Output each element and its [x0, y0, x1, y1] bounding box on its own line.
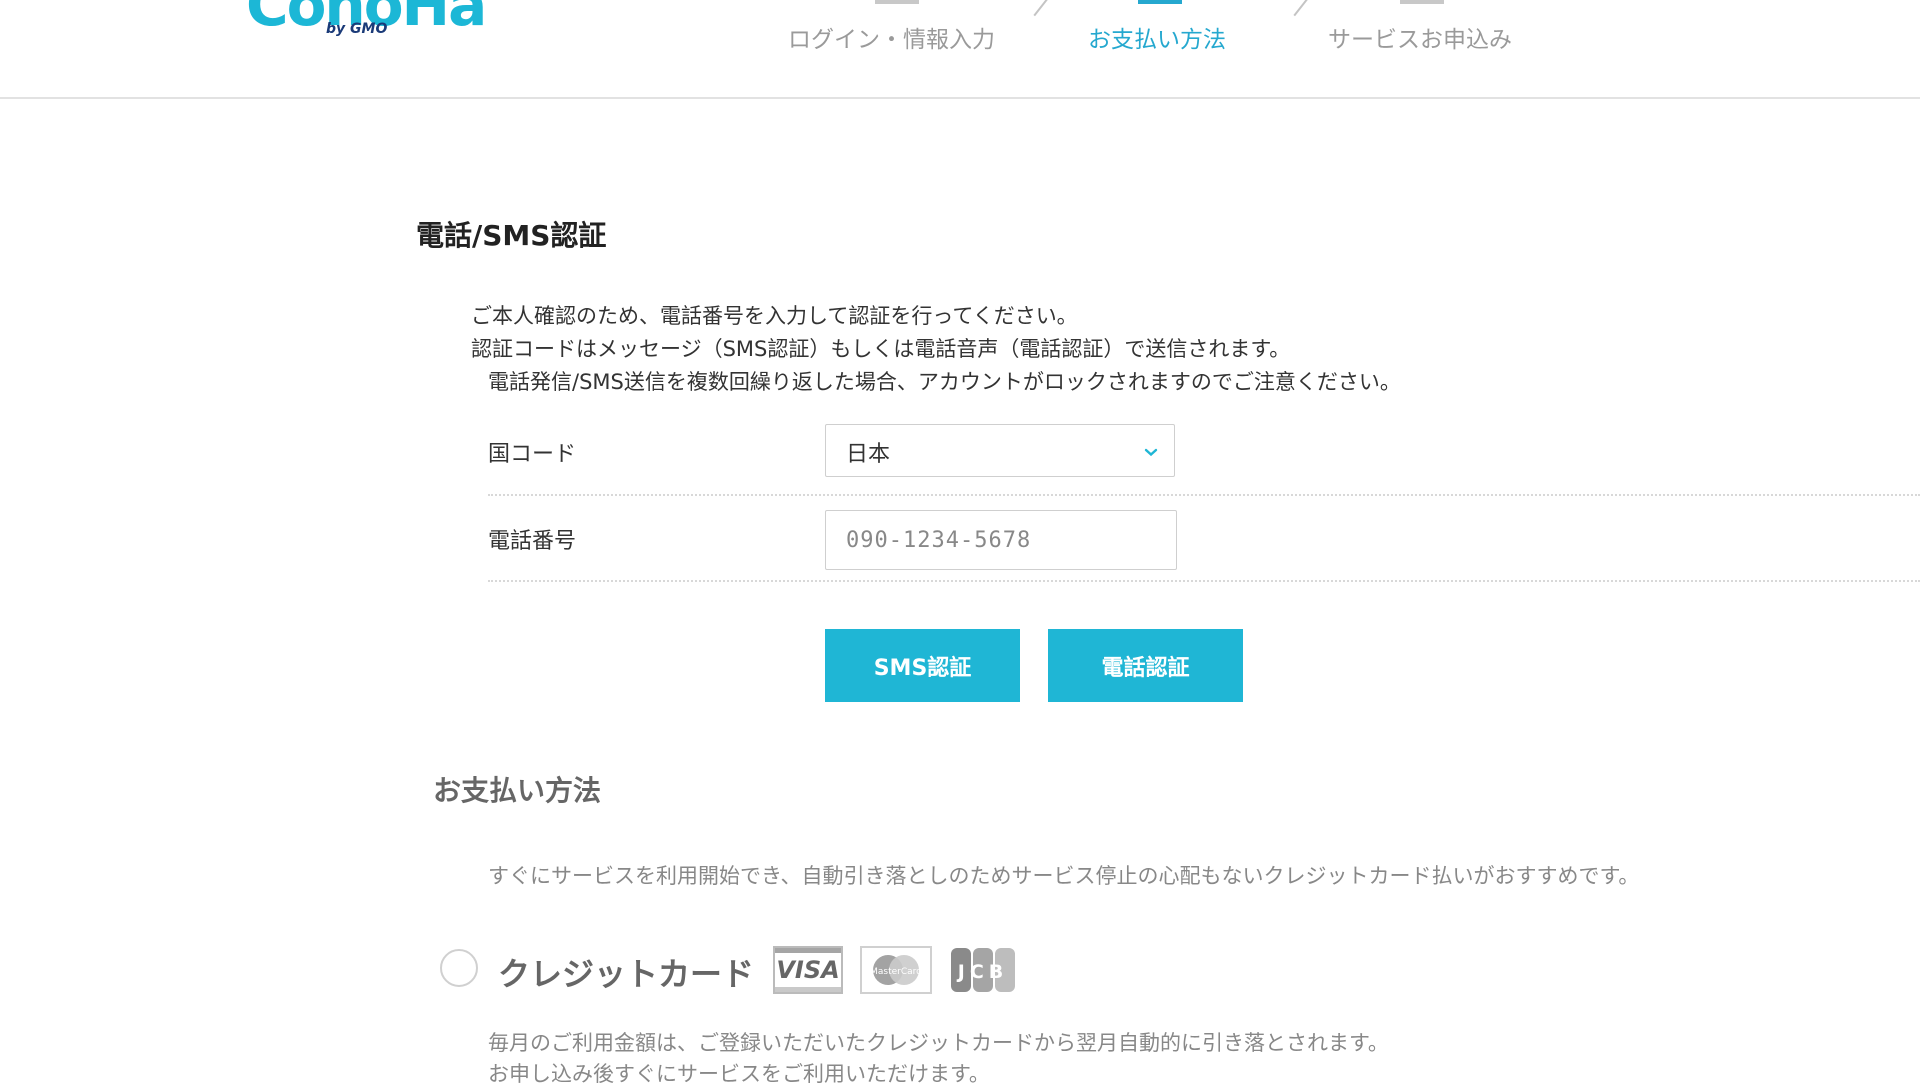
step-indicator-1: [875, 0, 919, 4]
step-payment-method: お支払い方法: [1088, 27, 1226, 53]
phone-number-input[interactable]: [825, 510, 1177, 570]
mastercard-logo-text: MasterCard: [870, 967, 922, 977]
sms-desc-line-3: 電話発信/SMS送信を複数回繰り返した場合、アカウントがロックされますのでご注意…: [488, 370, 1401, 394]
country-code-select[interactable]: 日本: [825, 424, 1175, 477]
jcb-logo: JCB: [950, 946, 1016, 994]
jcb-logo-text: JCB: [956, 961, 1009, 983]
visa-logo-text: VISA: [776, 956, 840, 984]
credit-card-radio[interactable]: [440, 949, 478, 987]
logo-byline: by GMO: [326, 21, 388, 37]
step-indicator-3: [1400, 0, 1444, 4]
sms-section-title: 電話/SMS認証: [416, 219, 607, 252]
row-divider: [488, 580, 1920, 582]
phone-verify-button[interactable]: 電話認証: [1048, 629, 1243, 702]
row-divider: [488, 494, 1920, 496]
payment-recommendation: すぐにサービスを利用開始でき、自動引き落としのためサービス停止の心配もないクレジ…: [488, 864, 1640, 888]
sms-desc-line-2: 認証コードはメッセージ（SMS認証）もしくは電話音声（電話認証）で送信されます。: [471, 337, 1291, 361]
sms-desc-line-1: ご本人確認のため、電話番号を入力して認証を行ってください。: [471, 304, 1078, 328]
payment-section-title: お支払い方法: [433, 774, 602, 807]
phone-number-label: 電話番号: [488, 529, 577, 554]
card-note-line-2: お申し込み後すぐにサービスをご利用いただけます。: [488, 1062, 990, 1086]
card-note-line-1: 毎月のご利用金額は、ご登録いただいたクレジットカードから翌月自動的に引き落とされ…: [488, 1031, 1389, 1055]
step-indicator-2: [1138, 0, 1182, 4]
country-code-value: 日本: [846, 442, 891, 467]
conoha-logo[interactable]: ConoHa by GMO: [246, 0, 496, 37]
visa-logo: VISA: [773, 946, 843, 994]
step-separator: [1033, 0, 1049, 17]
step-service-application: サービスお申込み: [1328, 27, 1512, 53]
credit-card-label[interactable]: クレジットカード: [498, 949, 754, 995]
step-separator: [1293, 0, 1309, 17]
country-code-label: 国コード: [488, 442, 577, 467]
step-login-info: ログイン・情報入力: [788, 27, 995, 53]
sms-verify-button[interactable]: SMS認証: [825, 629, 1020, 702]
chevron-down-icon: [1144, 448, 1158, 457]
header: ConoHa by GMO ログイン・情報入力 お支払い方法 サービスお申込み: [0, 0, 1920, 99]
mastercard-logo: MasterCard: [860, 946, 932, 994]
